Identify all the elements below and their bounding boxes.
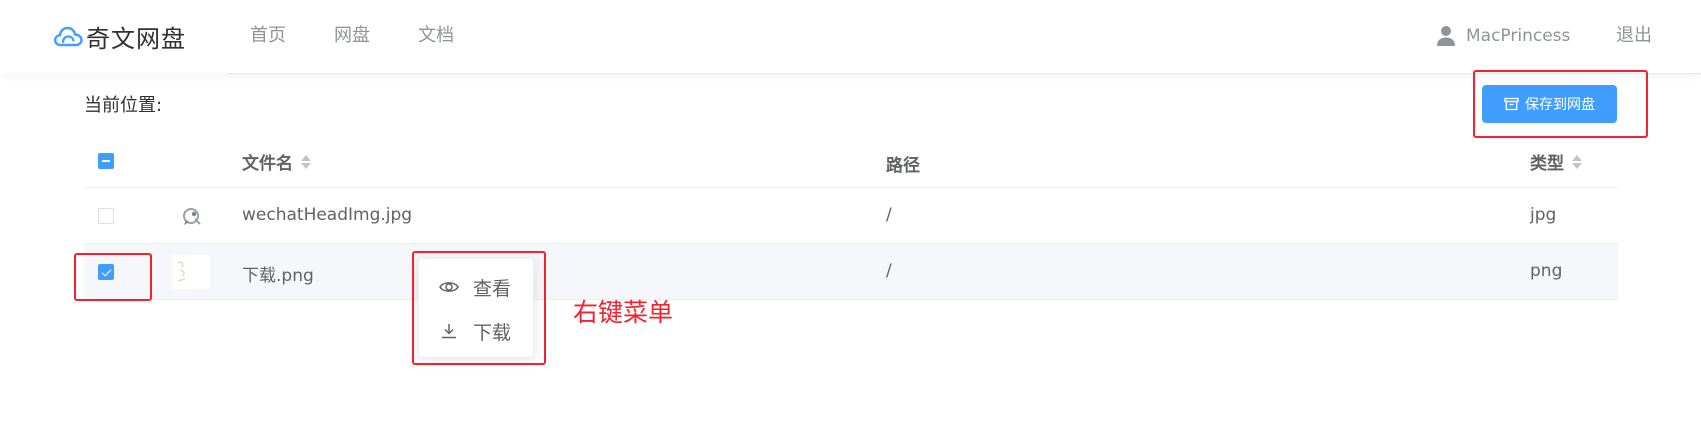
nav-item-docs[interactable]: 文档	[418, 22, 454, 50]
logo[interactable]: 奇文网盘	[52, 18, 186, 54]
table-row[interactable]: 下载.png / png	[84, 244, 1618, 300]
user-menu[interactable]: MacPrincess	[1436, 22, 1570, 50]
column-header-type[interactable]: 类型	[1530, 149, 1582, 174]
column-header-path: 路径	[886, 151, 920, 176]
file-thumbnail	[172, 255, 210, 289]
column-header-name-label: 文件名	[242, 154, 293, 174]
annotation-box-save	[1473, 70, 1648, 138]
select-all-checkbox[interactable]	[98, 153, 114, 169]
file-table: 文件名 路径 类型 wechatHeadImg.jpg / jpg 下载.png…	[84, 133, 1618, 300]
table-header: 文件名 路径 类型	[84, 133, 1618, 188]
current-location-label: 当前位置:	[84, 95, 163, 116]
nav-item-home[interactable]: 首页	[250, 22, 286, 50]
user-icon	[1437, 26, 1455, 46]
nav-item-netdisk[interactable]: 网盘	[334, 22, 370, 50]
user-name: MacPrincess	[1466, 26, 1571, 46]
file-name[interactable]: 下载.png	[242, 261, 314, 286]
table-row[interactable]: wechatHeadImg.jpg / jpg	[84, 188, 1618, 244]
annotation-box-checkbox	[74, 253, 152, 301]
file-type: jpg	[1530, 205, 1557, 225]
logo-text: 奇文网盘	[86, 24, 186, 53]
sort-icon[interactable]	[1572, 154, 1582, 169]
sort-icon[interactable]	[301, 154, 311, 169]
column-header-name[interactable]: 文件名	[242, 149, 311, 174]
logout-link[interactable]: 退出	[1616, 22, 1652, 50]
top-header: 奇文网盘 首页 网盘 文档 MacPrincess 退出	[0, 0, 1701, 74]
annotation-label: 右键菜单	[573, 298, 674, 327]
annotation-box-context-menu	[412, 251, 546, 365]
file-path: /	[886, 205, 892, 225]
main-nav: 首页 网盘 文档	[250, 22, 502, 50]
file-type: png	[1530, 261, 1563, 281]
file-path: /	[886, 261, 892, 281]
file-name[interactable]: wechatHeadImg.jpg	[242, 205, 412, 225]
column-header-path-label: 路径	[886, 156, 920, 176]
file-thumbnail	[183, 208, 201, 225]
cloud-icon	[53, 26, 83, 47]
row-checkbox[interactable]	[98, 208, 114, 224]
column-header-type-label: 类型	[1530, 154, 1564, 174]
